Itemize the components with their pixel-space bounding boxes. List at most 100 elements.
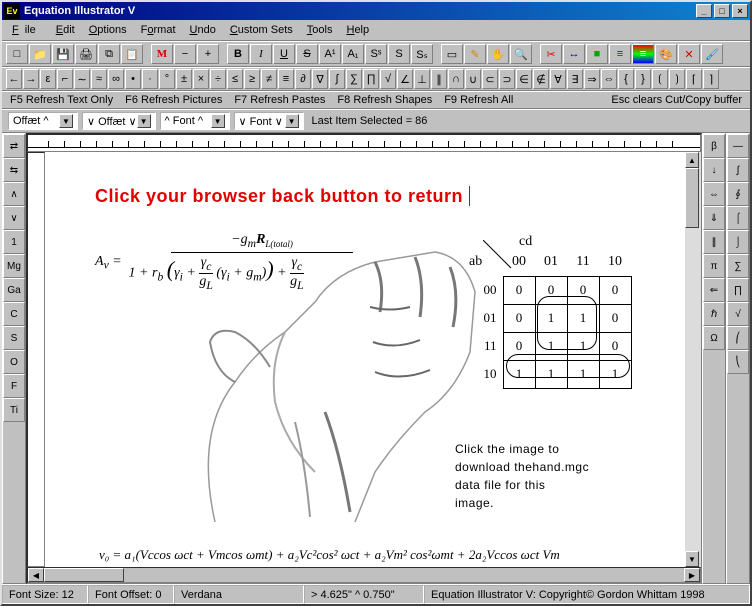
paste-button[interactable]: 📋 <box>121 44 143 64</box>
chevron-down-icon[interactable]: ▼ <box>137 114 151 128</box>
chevron-down-icon[interactable]: ▼ <box>211 114 225 128</box>
plus-button[interactable]: + <box>197 44 219 64</box>
left-tool-1[interactable]: ⇆ <box>3 158 25 182</box>
symbol-button-25[interactable]: ∥ <box>431 69 447 89</box>
palette-button[interactable]: 🎨 <box>655 44 677 64</box>
cut-button[interactable]: ✂ <box>540 44 562 64</box>
scroll-down-icon[interactable]: ▼ <box>685 551 699 567</box>
right2-tool-4[interactable]: ⌡ <box>727 230 749 254</box>
scrollbar-vertical[interactable]: ▲ ▼ <box>685 152 701 567</box>
minimize-button[interactable]: _ <box>696 4 712 18</box>
menu-format[interactable]: Format <box>135 22 182 38</box>
open-button[interactable]: 📁 <box>29 44 51 64</box>
chevron-down-icon[interactable]: ▼ <box>59 114 73 128</box>
symbol-button-4[interactable]: ∼ <box>74 69 90 89</box>
col3-button[interactable]: ≡ <box>632 44 654 64</box>
symbol-button-40[interactable]: ⌈ <box>686 69 702 89</box>
symbol-button-10[interactable]: ± <box>176 69 192 89</box>
symbol-button-12[interactable]: ÷ <box>210 69 226 89</box>
right1-tool-1[interactable]: ↓ <box>703 158 725 182</box>
symbol-button-39[interactable]: ⟯ <box>669 69 685 89</box>
underline-button[interactable]: U <box>273 44 295 64</box>
scroll-left-icon[interactable]: ◀ <box>28 568 44 582</box>
symbol-button-24[interactable]: ⊥ <box>414 69 430 89</box>
scroll-thumb-h[interactable] <box>44 568 124 582</box>
right1-tool-6[interactable]: ⇐ <box>703 278 725 302</box>
print-button[interactable]: 🖨 <box>75 44 97 64</box>
left-tool-0[interactable]: ⇄ <box>3 134 25 158</box>
symbol-button-19[interactable]: ∫ <box>329 69 345 89</box>
right2-tool-7[interactable]: √ <box>727 302 749 326</box>
menu-help[interactable]: Help <box>340 22 375 38</box>
close-button[interactable]: × <box>732 4 748 18</box>
symbol-button-17[interactable]: ∂ <box>295 69 311 89</box>
right1-tool-3[interactable]: ⇓ <box>703 206 725 230</box>
scroll-thumb-v[interactable] <box>685 168 699 228</box>
menu-edit[interactable]: Edit <box>50 22 81 38</box>
symbol-button-41[interactable]: ⌉ <box>703 69 719 89</box>
new-button[interactable]: □ <box>6 44 28 64</box>
symbol-button-35[interactable]: ⇔ <box>601 69 617 89</box>
scroll-up-icon[interactable]: ▲ <box>685 152 699 168</box>
copy-button[interactable]: ⧉ <box>98 44 120 64</box>
symbol-button-18[interactable]: ∇ <box>312 69 328 89</box>
ss1-button[interactable]: Sˢ <box>365 44 387 64</box>
right2-tool-6[interactable]: ∏ <box>727 278 749 302</box>
symbol-button-1[interactable]: → <box>23 69 39 89</box>
menu-options[interactable]: Options <box>83 22 133 38</box>
brush-button[interactable]: 🖌 <box>701 44 723 64</box>
left-tool-2[interactable]: ∧ <box>3 182 25 206</box>
sub-button[interactable]: A₁ <box>342 44 364 64</box>
symbol-button-15[interactable]: ≠ <box>261 69 277 89</box>
right2-tool-9[interactable]: ⎝ <box>727 350 749 374</box>
hand-button[interactable]: ✋ <box>487 44 509 64</box>
right2-tool-3[interactable]: ⌠ <box>727 206 749 230</box>
scrollbar-horizontal[interactable]: ◀ ▶ <box>27 567 701 583</box>
zoom-button[interactable]: 🔍 <box>510 44 532 64</box>
symbol-button-16[interactable]: ≡ <box>278 69 294 89</box>
col1-button[interactable]: ■ <box>586 44 608 64</box>
right1-tool-0[interactable]: β <box>703 134 725 158</box>
left-tool-8[interactable]: S <box>3 326 25 350</box>
symbol-button-30[interactable]: ∈ <box>516 69 532 89</box>
col2-button[interactable]: ≡ <box>609 44 631 64</box>
menu-customsets[interactable]: Custom Sets <box>224 22 299 38</box>
symbol-button-36[interactable]: { <box>618 69 634 89</box>
symbol-button-22[interactable]: √ <box>380 69 396 89</box>
dim-button[interactable]: ↔ <box>563 44 585 64</box>
italic-button[interactable]: I <box>250 44 272 64</box>
left-tool-3[interactable]: ∨ <box>3 206 25 230</box>
symbol-button-28[interactable]: ⊂ <box>482 69 498 89</box>
left-tool-9[interactable]: O <box>3 350 25 374</box>
right2-tool-2[interactable]: ∮ <box>727 182 749 206</box>
right1-tool-8[interactable]: Ω <box>703 326 725 350</box>
right1-tool-7[interactable]: ℏ <box>703 302 725 326</box>
left-tool-4[interactable]: 1 <box>3 230 25 254</box>
symbol-button-14[interactable]: ≥ <box>244 69 260 89</box>
left-tool-6[interactable]: Ga <box>3 278 25 302</box>
symbol-button-31[interactable]: ∉ <box>533 69 549 89</box>
menu-tools[interactable]: Tools <box>301 22 339 38</box>
symbol-button-33[interactable]: ∃ <box>567 69 583 89</box>
right2-tool-1[interactable]: ∫ <box>727 158 749 182</box>
menu-undo[interactable]: Undo <box>184 22 222 38</box>
font-dn-select[interactable]: ∨ Font ∨▼ <box>234 112 304 130</box>
left-tool-11[interactable]: Ti <box>3 398 25 422</box>
right1-tool-5[interactable]: π <box>703 254 725 278</box>
offset-up-select[interactable]: Offæt ^▼ <box>8 112 78 130</box>
offset-dn-select[interactable]: ∨ Offæt ∨▼ <box>82 112 156 130</box>
scroll-right-icon[interactable]: ▶ <box>684 568 700 582</box>
left-tool-5[interactable]: Mg <box>3 254 25 278</box>
symbol-button-11[interactable]: × <box>193 69 209 89</box>
ss2-button[interactable]: S <box>388 44 410 64</box>
strike-button[interactable]: S <box>296 44 318 64</box>
symbol-button-0[interactable]: ← <box>6 69 22 89</box>
select-button[interactable]: ▭ <box>441 44 463 64</box>
minus-button[interactable]: − <box>174 44 196 64</box>
symbol-button-37[interactable]: } <box>635 69 651 89</box>
right2-tool-5[interactable]: ∑ <box>727 254 749 278</box>
symbol-button-9[interactable]: ° <box>159 69 175 89</box>
symbol-button-32[interactable]: ∀ <box>550 69 566 89</box>
math-m-button[interactable]: M <box>151 44 173 64</box>
symbol-button-7[interactable]: • <box>125 69 141 89</box>
